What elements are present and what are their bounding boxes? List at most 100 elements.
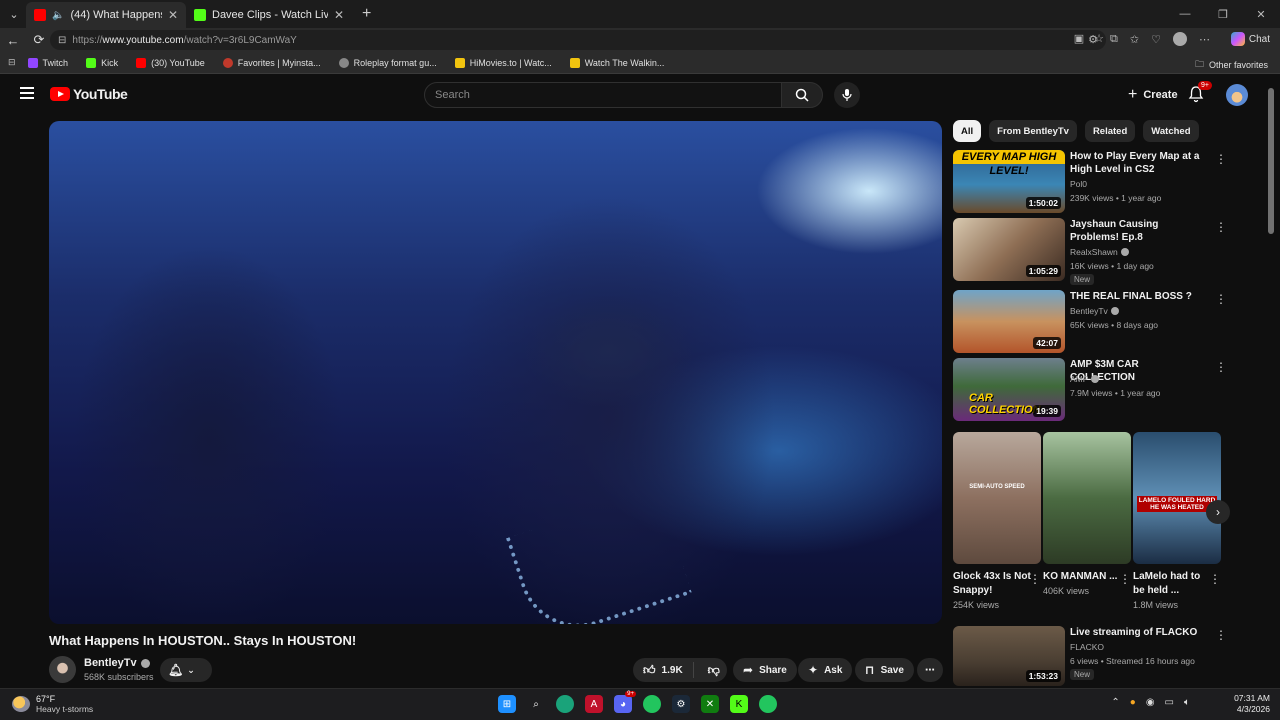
site-info-icon[interactable]: ⊟ <box>58 35 66 46</box>
tab-kick[interactable]: Davee Clips - Watch Live on Kick ✕ <box>186 2 352 28</box>
more-vertical-icon[interactable]: ⋮ <box>1215 292 1227 306</box>
more-vertical-icon[interactable]: ⋮ <box>1215 360 1227 374</box>
more-vertical-icon[interactable]: ⋮ <box>1215 220 1227 234</box>
chevron-up-icon[interactable]: ⌃ <box>1111 697 1119 708</box>
chip-all[interactable]: All <box>953 120 982 142</box>
kick-icon[interactable]: K <box>730 695 748 713</box>
recommended-video[interactable]: CAR COLLECTION 19:39 AMP $3M CAR COLLECT… <box>953 358 1227 422</box>
video-thumbnail[interactable]: CAR COLLECTION 19:39 <box>953 358 1065 421</box>
shorts-next-button[interactable]: › <box>1206 500 1230 524</box>
more-vertical-icon[interactable]: ⋮ <box>1215 152 1227 166</box>
favorite-twitch[interactable]: Twitch <box>27 57 68 68</box>
video-channel[interactable]: Pol0 <box>1070 179 1087 189</box>
close-window-icon[interactable]: ✕ <box>1242 0 1280 28</box>
short-thumbnail[interactable] <box>1043 432 1131 564</box>
more-vertical-icon[interactable]: ⋮ <box>1215 628 1227 642</box>
video-thumbnail[interactable]: 1:05:29 <box>953 218 1065 281</box>
split-screen-icon[interactable]: ⧉ <box>1110 33 1118 46</box>
system-clock[interactable]: 07:31 AM 4/3/2026 <box>1234 693 1270 715</box>
video-player[interactable] <box>49 121 942 624</box>
minimize-icon[interactable]: — <box>1166 0 1204 28</box>
more-menu-icon[interactable]: ⋯ <box>1199 33 1210 46</box>
video-thumbnail[interactable]: 1:53:23 <box>953 626 1065 686</box>
share-button[interactable]: ➦ Share <box>733 658 797 682</box>
adobe-icon[interactable]: A <box>585 695 603 713</box>
tab-youtube[interactable]: 🔈 (44) What Happens In HOUSTO ✕ <box>26 2 186 28</box>
video-thumbnail[interactable]: 42:07 <box>953 290 1065 353</box>
new-tab-button[interactable]: + <box>362 5 371 23</box>
chip-related[interactable]: Related <box>1084 120 1136 142</box>
volume-icon[interactable]: 🔈︎ <box>1184 697 1190 708</box>
channel-name[interactable]: BentleyTv <box>84 657 150 669</box>
save-button[interactable]: ⊓ Save <box>855 658 914 682</box>
create-button[interactable]: + Create <box>1118 83 1188 107</box>
favorite-roleplay[interactable]: Roleplay format gu... <box>338 57 437 68</box>
recommended-video[interactable]: 42:07 THE REAL FINAL BOSS ? BentleyTv 65… <box>953 290 1227 354</box>
search-button[interactable] <box>781 82 823 108</box>
favorite-myinsta[interactable]: Favorites | Myinsta... <box>222 57 321 68</box>
display-icon[interactable]: ▭ <box>1165 697 1174 708</box>
search-input[interactable]: Search <box>424 82 782 108</box>
video-channel[interactable]: BentleyTv <box>1070 306 1119 316</box>
short-item[interactable]: LAMELO FOULED HARD HE WAS HEATED LaMelo … <box>1133 432 1221 610</box>
short-thumbnail[interactable]: SEMI-AUTO SPEED <box>953 432 1041 564</box>
copilot-button[interactable]: Chat <box>1230 32 1270 46</box>
maximize-icon[interactable]: ❐ <box>1204 0 1242 28</box>
edge-icon[interactable] <box>556 695 574 713</box>
windows-start-icon[interactable]: ⊞ <box>498 695 516 713</box>
favorite-kick[interactable]: Kick <box>86 57 118 68</box>
voice-search-button[interactable] <box>834 82 860 108</box>
close-tab-icon[interactable]: ✕ <box>334 8 344 22</box>
audio-playing-icon[interactable]: 🔈 <box>52 10 64 21</box>
back-icon[interactable]: ← <box>0 33 26 48</box>
recommended-video[interactable]: 1:05:29 Jayshaun Causing Problems! Ep.8 … <box>953 218 1227 285</box>
url-field[interactable]: ⊟ https://www.youtube.com/watch?v=3r6L9C… <box>50 30 1106 50</box>
notifications-button[interactable]: 9+ <box>1188 81 1212 105</box>
more-actions-button[interactable]: ⋯ <box>917 658 943 682</box>
browser-essentials-icon[interactable]: ♡ <box>1151 33 1161 46</box>
channel-avatar[interactable] <box>49 656 76 683</box>
favorite-youtube[interactable]: (30) YouTube <box>136 57 205 68</box>
microphone-icon[interactable]: ● <box>1130 697 1136 708</box>
xbox-icon[interactable]: ✕ <box>701 695 719 713</box>
short-thumbnail[interactable]: LAMELO FOULED HARD HE WAS HEATED <box>1133 432 1221 564</box>
app-icon[interactable] <box>643 695 661 713</box>
subscription-bell-button[interactable]: 🔔︎ ⌄ <box>160 658 212 682</box>
discord-icon[interactable]: ◕ 9+ <box>614 691 636 713</box>
short-item[interactable]: SEMI-AUTO SPEED Glock 43x Is Not Snappy!… <box>953 432 1041 610</box>
extensions-icon[interactable]: ⚙ <box>1088 33 1098 46</box>
recommended-video[interactable]: EVERY MAP HIGH LEVEL! 1:50:02 How to Pla… <box>953 150 1227 214</box>
chip-from-channel[interactable]: From BentleyTv <box>989 120 1077 142</box>
more-vertical-icon[interactable]: ⋮ <box>1119 572 1131 586</box>
steam-icon[interactable]: ⚙ <box>672 695 690 713</box>
chip-watched[interactable]: Watched <box>1143 120 1199 142</box>
close-tab-icon[interactable]: ✕ <box>168 8 178 22</box>
tab-list-button[interactable]: ⌄ <box>2 3 26 25</box>
video-thumbnail[interactable]: EVERY MAP HIGH LEVEL! 1:50:02 <box>953 150 1065 213</box>
video-channel[interactable]: FLACKO <box>1070 642 1104 652</box>
search-icon[interactable]: ⌕ <box>527 695 545 713</box>
ask-button[interactable]: ✦ Ask <box>798 658 853 682</box>
reader-mode-icon[interactable]: ▣ <box>1074 32 1084 45</box>
recommended-video[interactable]: 1:53:23 Live streaming of FLACKO FLACKO … <box>953 626 1227 686</box>
favorite-himovies[interactable]: HiMovies.to | Watc... <box>454 57 552 68</box>
short-item[interactable]: KO MANMAN ... 406K views ⋮ <box>1043 432 1131 596</box>
more-vertical-icon[interactable]: ⋮ <box>1209 572 1221 586</box>
other-favorites[interactable]: 🗀 Other favorites <box>1195 57 1268 73</box>
account-avatar[interactable] <box>1226 84 1248 106</box>
collections-icon[interactable]: ✩ <box>1130 33 1139 46</box>
video-channel[interactable]: RealxShawn <box>1070 247 1129 257</box>
dislike-button[interactable]: 👎︎ <box>700 663 728 678</box>
like-button[interactable]: 👍︎ 1.9K <box>633 662 694 678</box>
weather-widget[interactable]: 67°F Heavy t-storms <box>12 694 93 714</box>
page-scrollbar[interactable] <box>1268 88 1274 234</box>
favorite-walking[interactable]: Watch The Walkin... <box>569 57 664 68</box>
app-icon[interactable] <box>759 695 777 713</box>
video-channel[interactable]: AMP <box>1070 374 1100 384</box>
favorites-toggle-icon[interactable]: ⊟ <box>8 57 16 68</box>
profile-avatar[interactable] <box>1173 32 1187 46</box>
youtube-logo[interactable]: YouTube <box>50 86 128 102</box>
hamburger-menu-icon[interactable] <box>20 87 34 99</box>
refresh-icon[interactable]: ⟳ <box>26 32 52 48</box>
network-icon[interactable]: ◉ <box>1146 697 1155 708</box>
